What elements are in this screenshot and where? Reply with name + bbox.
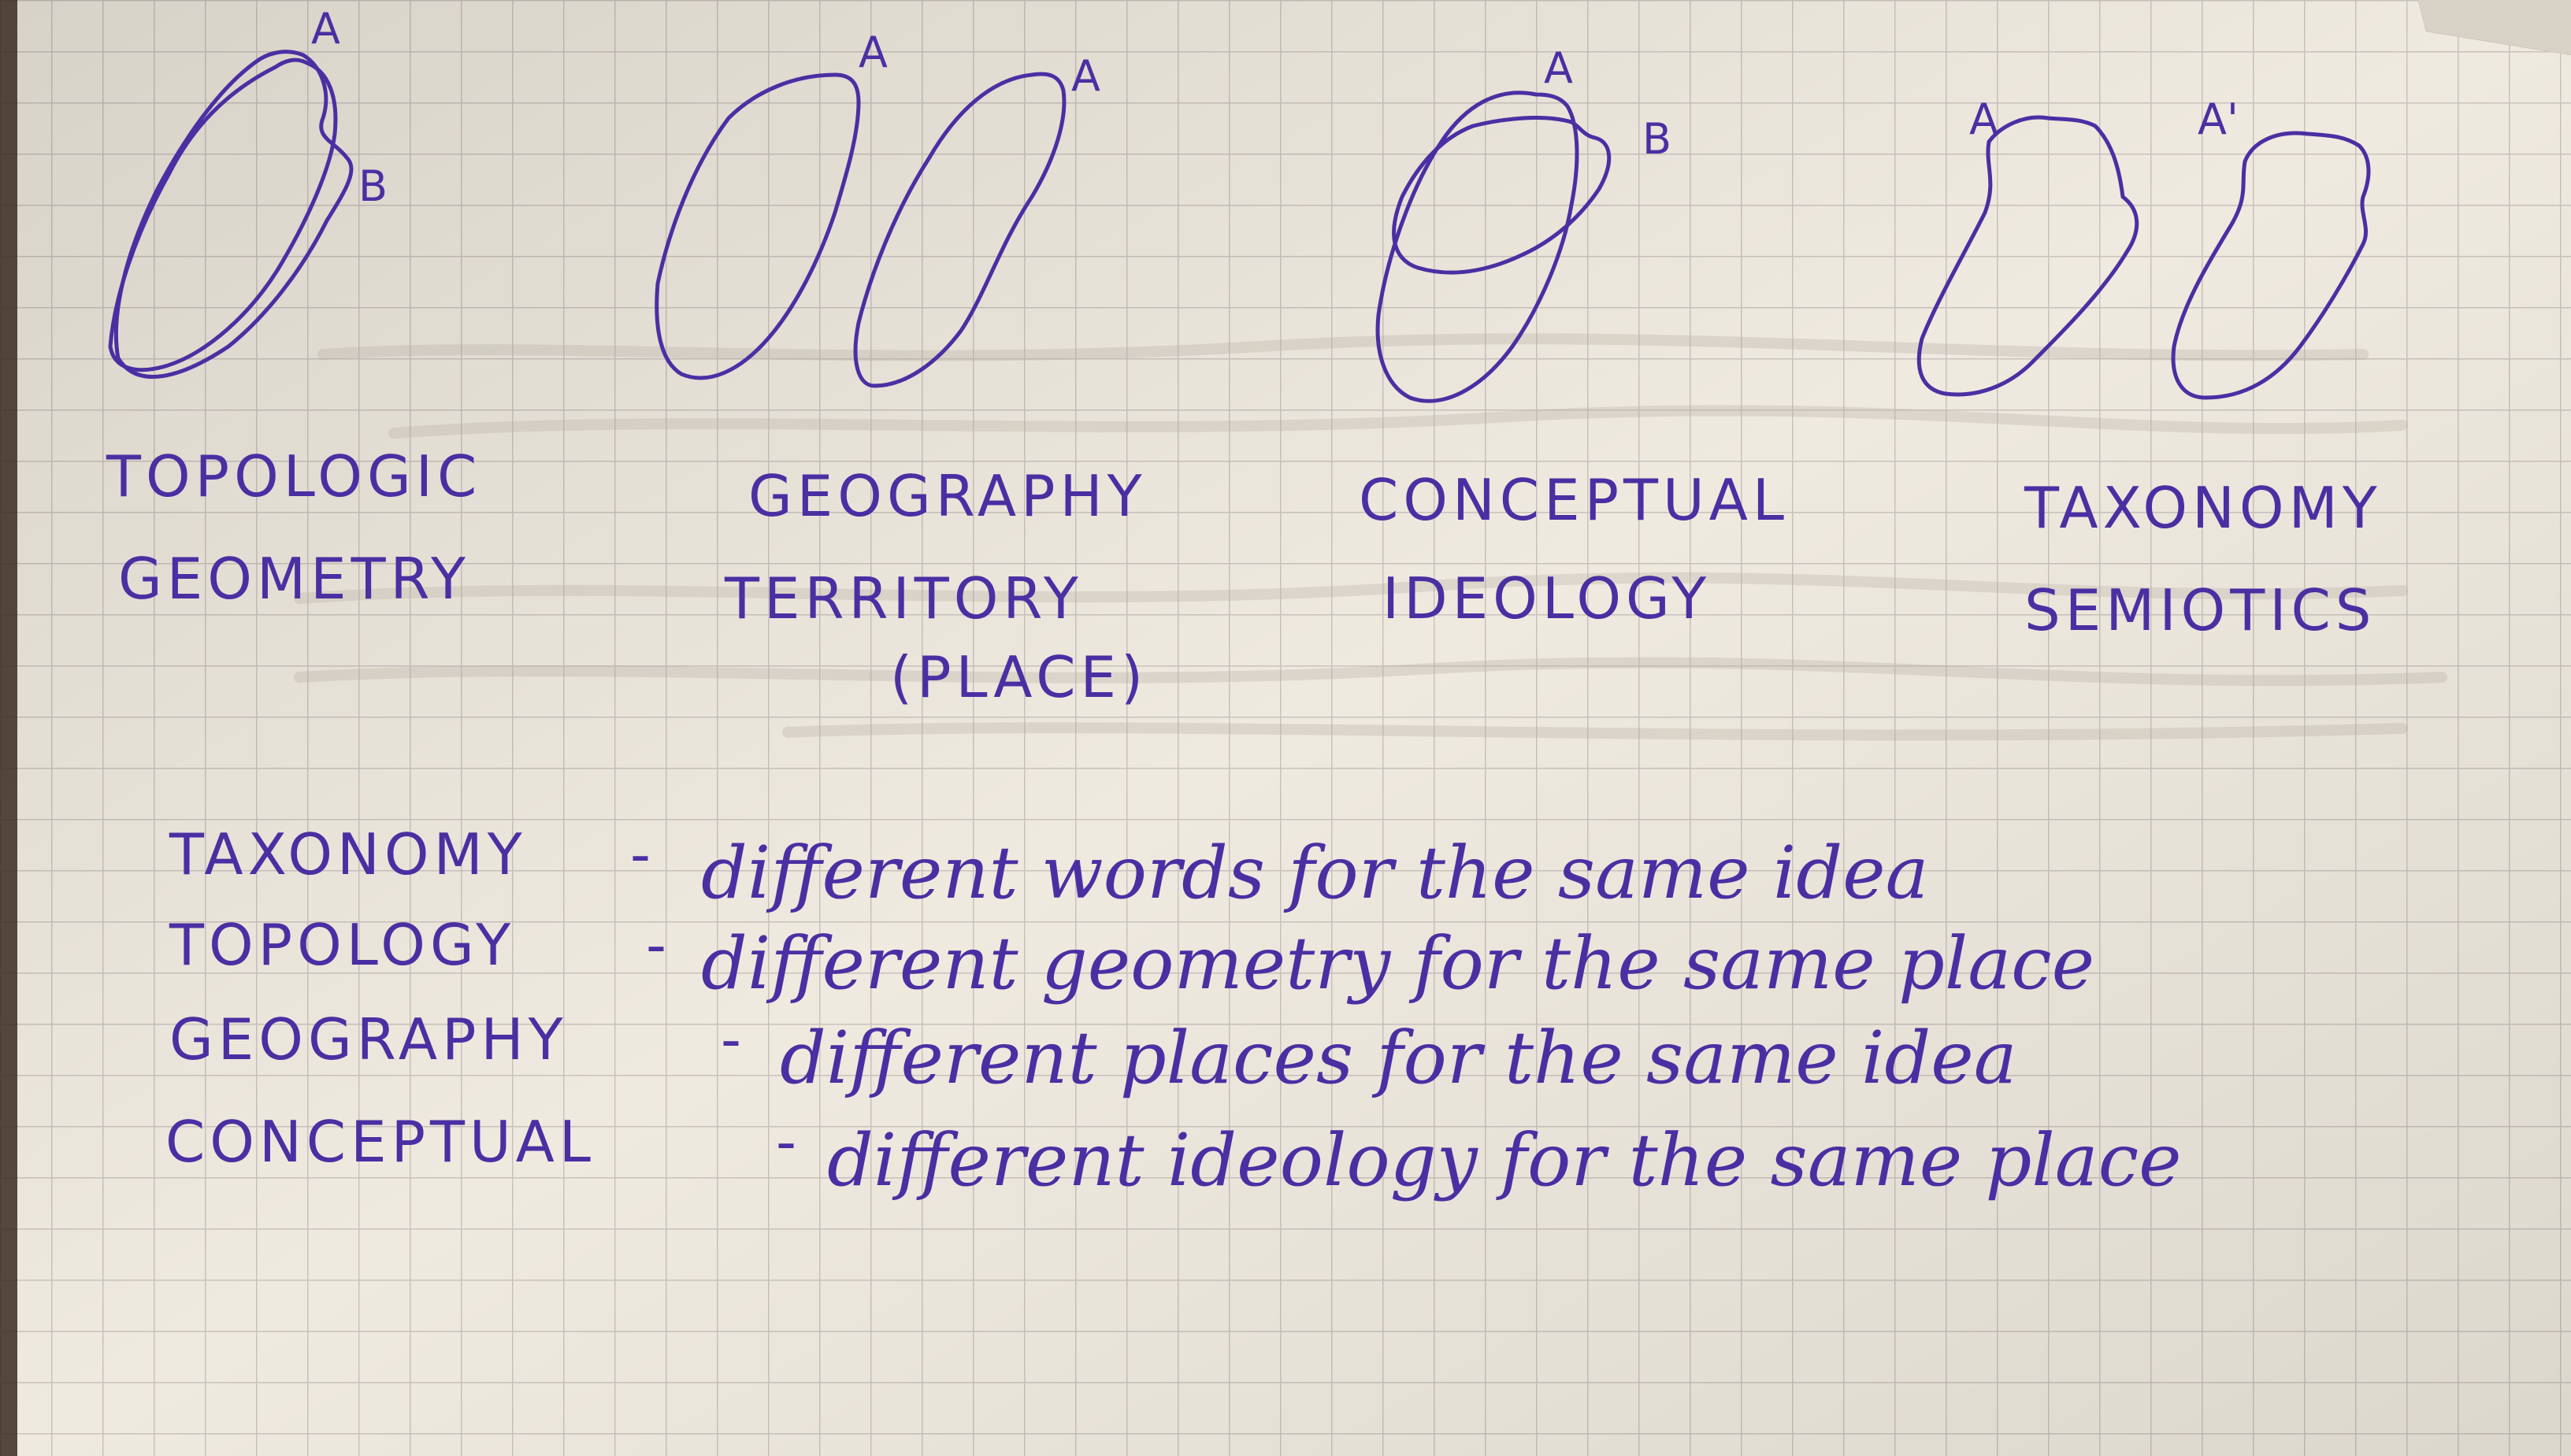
- definition-separator: -: [721, 1006, 746, 1073]
- definition-separator: -: [630, 821, 655, 887]
- caption-line-1: CONCEPTUAL: [1359, 467, 1789, 533]
- shape-label-a: A: [1969, 94, 1998, 144]
- definition-text: different words for the same idea: [701, 831, 1928, 915]
- definition-separator: -: [646, 912, 671, 978]
- caption-line-2: GEOMETRY: [118, 546, 470, 612]
- shape-label-b: B: [358, 161, 388, 211]
- caption-line-1: GEOGRAPHY: [748, 463, 1147, 529]
- binding-shadow: [0, 0, 17, 1456]
- shape-label-a-right: A: [1071, 51, 1100, 101]
- definition-text: different places for the same idea: [780, 1016, 2017, 1100]
- caption-line-3: (PLACE): [890, 644, 1148, 710]
- shape-label-a-left: A: [859, 28, 888, 77]
- caption-line-2: IDEOLOGY: [1382, 565, 1711, 632]
- shape-label-b: B: [1642, 114, 1671, 164]
- definition-term: GEOGRAPHY: [169, 1006, 568, 1073]
- definition-text: different geometry for the same place: [701, 921, 2094, 1006]
- definition-term: CONCEPTUAL: [165, 1109, 595, 1175]
- shape-label-a-prime: A': [2198, 94, 2239, 144]
- shape-label-a: A: [311, 4, 340, 54]
- caption-line-1: TOPOLOGIC: [106, 443, 481, 509]
- caption-line-1: TAXONOMY: [2024, 475, 2382, 541]
- definition-term: TAXONOMY: [169, 821, 527, 887]
- definition-separator: -: [776, 1109, 801, 1175]
- definition-text: different ideology for the same place: [827, 1118, 2182, 1202]
- definition-term: TOPOLOGY: [169, 912, 515, 978]
- notebook-photo: A B TOPOLOGIC GEOMETRY A A GEOGRAPHY TER…: [0, 0, 2571, 1456]
- notebook-page: A B TOPOLOGIC GEOMETRY A A GEOGRAPHY TER…: [0, 0, 2571, 1456]
- caption-line-2: TERRITORY: [724, 565, 1083, 632]
- shape-label-a: A: [1544, 43, 1573, 93]
- caption-line-2: SEMIOTICS: [2024, 577, 2376, 643]
